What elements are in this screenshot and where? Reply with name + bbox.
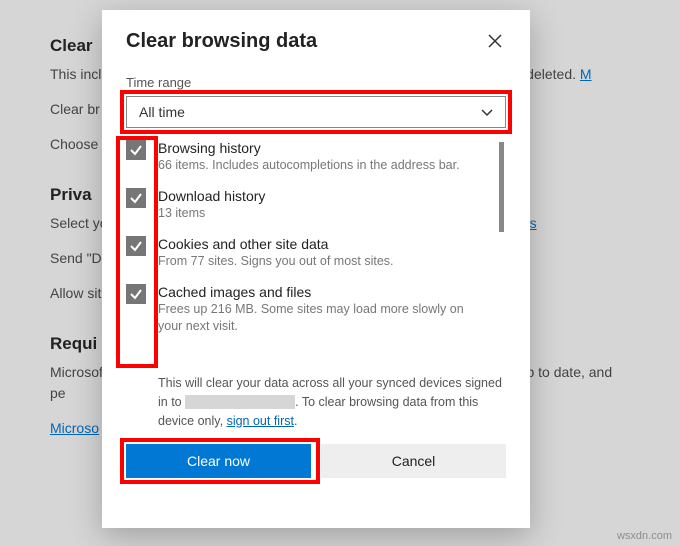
clear-browsing-data-dialog: Clear browsing data Time range All time …	[102, 10, 530, 528]
chevron-down-icon	[481, 106, 493, 118]
sign-out-link[interactable]: sign out first	[227, 414, 294, 428]
checkbox-download-history[interactable]	[126, 188, 146, 208]
checkbox-browsing-history[interactable]	[126, 140, 146, 160]
close-button[interactable]	[484, 30, 506, 52]
item-title: Cached images and files	[158, 284, 488, 300]
item-title: Cookies and other site data	[158, 236, 394, 252]
cancel-button[interactable]: Cancel	[321, 444, 506, 478]
bg-link-more[interactable]: M	[580, 66, 592, 82]
checkmark-icon	[129, 287, 143, 301]
clear-now-button[interactable]: Clear now	[126, 444, 311, 478]
time-range-label: Time range	[126, 75, 506, 90]
list-item: Browsing history 66 items. Includes auto…	[126, 140, 488, 174]
item-sub: Frees up 216 MB. Some sites may load mor…	[158, 301, 488, 335]
checkmark-icon	[129, 239, 143, 253]
redacted-account	[185, 395, 295, 409]
bg-link-microso[interactable]: Microso	[50, 420, 99, 436]
close-icon	[488, 34, 502, 48]
sync-note: This will clear your data across all you…	[126, 374, 506, 430]
checkbox-cached-images[interactable]	[126, 284, 146, 304]
item-title: Browsing history	[158, 140, 460, 156]
time-range-value: All time	[139, 104, 185, 120]
item-sub: From 77 sites. Signs you out of most sit…	[158, 253, 394, 270]
item-sub: 66 items. Includes autocompletions in th…	[158, 157, 460, 174]
data-types-list: Browsing history 66 items. Includes auto…	[126, 140, 506, 368]
watermark: wsxdn.com	[617, 530, 672, 542]
checkmark-icon	[129, 191, 143, 205]
dialog-title: Clear browsing data	[126, 30, 317, 53]
scrollbar[interactable]	[499, 142, 504, 232]
item-title: Download history	[158, 188, 265, 204]
list-item: Download history 13 items	[126, 188, 488, 222]
list-item: Cached images and files Frees up 216 MB.…	[126, 284, 488, 335]
checkmark-icon	[129, 143, 143, 157]
list-item: Cookies and other site data From 77 site…	[126, 236, 488, 270]
checkbox-cookies[interactable]	[126, 236, 146, 256]
time-range-select[interactable]: All time	[126, 96, 506, 128]
item-sub: 13 items	[158, 205, 265, 222]
